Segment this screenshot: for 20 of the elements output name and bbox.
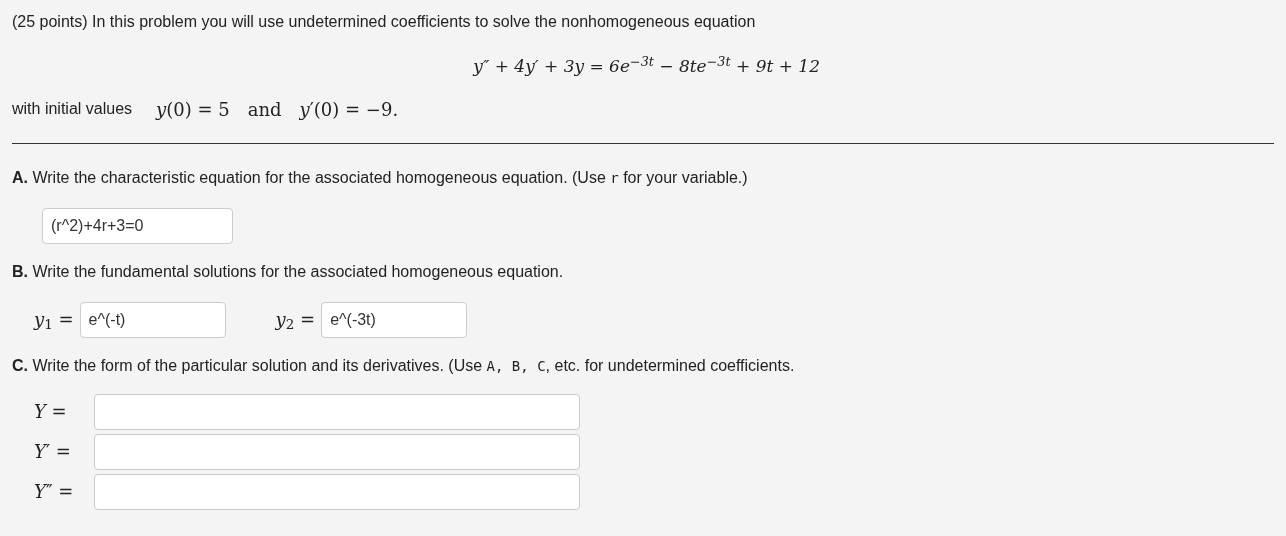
solution-label: y$_{1}$ = — [34, 308, 74, 333]
derivative-label: Y″ = — [34, 481, 74, 502]
answer-field[interactable]: (r^2)+4r+3=0 — [42, 207, 233, 244]
question-prompt: A. Write the characteristic equation for the associated homogeneous equation. (Use r for your variable.) — [12, 167, 749, 188]
solution-label: y$_{2}$ = — [275, 308, 316, 333]
initial-condition: y(0) = 5 — [156, 97, 230, 122]
question-prompt: B. Write the fundamental solutions for the associated homogeneous equation. — [12, 261, 565, 282]
derivative-label: Y = — [34, 401, 67, 422]
differential-equation: y″ + 4y′ + 3y = 6e$^{−3t}$ − 8te$^{−3t}$ + 9t + 12 — [473, 54, 820, 78]
answer-field[interactable]: e^(-t) — [79, 301, 226, 338]
initial-condition: y′(0) = −9. — [299, 97, 399, 122]
answer-field[interactable] — [94, 433, 580, 470]
answer-field[interactable]: e^(-3t) — [321, 301, 468, 338]
initial-values-label: with initial values — [12, 99, 133, 119]
answer-field[interactable] — [94, 473, 580, 510]
answer-field[interactable] — [94, 393, 580, 430]
problem-intro: (25 points) In this problem you will use undetermined coefficients to solve the nonhomogeneous equation — [12, 12, 757, 32]
initial-condition: and — [247, 97, 282, 122]
question-prompt: C. Write the form of the particular solution and its derivatives. (Use A, B, C, etc. for undetermined coefficients. — [12, 355, 796, 376]
derivative-label: Y′ = — [34, 441, 71, 462]
